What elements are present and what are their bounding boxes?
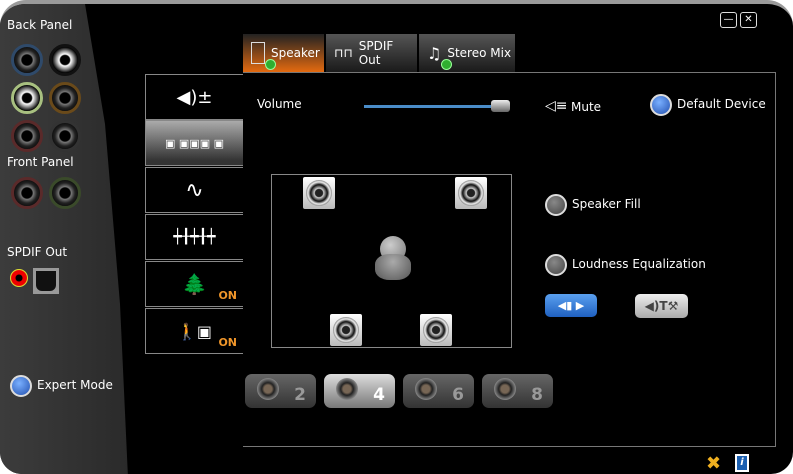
channel-4-button[interactable]: 4 [324, 374, 395, 408]
channel-8-button[interactable]: 8 [482, 374, 553, 408]
rear-right-speaker[interactable] [420, 314, 452, 346]
jack-pink[interactable] [11, 120, 43, 152]
speaker-fill-radio[interactable] [545, 194, 567, 216]
side-speaker-config[interactable]: ▣ ▣▣▣ ▣ [145, 120, 243, 166]
front-jack-pink[interactable] [11, 177, 43, 209]
side-equalizer[interactable]: ┿╂┿╂┿ [145, 214, 243, 260]
rear-left-speaker[interactable] [330, 314, 362, 346]
info-icon[interactable]: i [735, 454, 749, 472]
coaxial-jack-icon [10, 269, 28, 287]
speaker-volume-icon: ◀)± [176, 86, 213, 108]
loudness-label: Loudness Equalization [572, 257, 706, 271]
square-wave-icon: ⊓⊓ [334, 46, 353, 60]
speaker-icon [251, 42, 265, 64]
mute-label[interactable]: Mute [571, 100, 601, 114]
play-icon: ◀▮ ▶ [557, 299, 585, 312]
music-note-icon: ♫ [427, 43, 442, 63]
speaker-settings-button[interactable]: ◀)T⚒ [635, 294, 688, 318]
back-panel-label: Back Panel [7, 18, 73, 32]
front-right-speaker[interactable] [455, 177, 487, 209]
test-play-button[interactable]: ◀▮ ▶ [545, 294, 597, 317]
side-sample-rate[interactable]: ∿ [145, 167, 243, 213]
tab-label: Speaker [271, 46, 320, 60]
volume-slider-thumb[interactable] [491, 100, 510, 112]
listener-icon [373, 236, 413, 282]
equalizer-icon: ┿╂┿╂┿ [173, 229, 216, 245]
mute-icon[interactable]: ◁≡ [545, 98, 568, 114]
default-device-label: Default Device [677, 97, 766, 111]
close-button[interactable]: ✕ [740, 12, 757, 28]
jack-green[interactable] [11, 82, 43, 114]
default-device-radio[interactable] [650, 94, 672, 116]
side-room-correction[interactable]: 🚶▣ ON [145, 308, 243, 354]
front-left-speaker[interactable] [303, 177, 335, 209]
speaker-tools-icon: ◀)T⚒ [644, 299, 679, 313]
tab-speaker[interactable]: Speaker [243, 34, 325, 72]
tab-stereo-mix[interactable]: ♫ Stereo Mix [419, 34, 516, 72]
optical-jack-icon [33, 268, 59, 294]
person-speaker-icon: 🚶▣ [176, 321, 213, 341]
front-jack-green[interactable] [49, 177, 81, 209]
check-icon [265, 59, 276, 70]
channel-2-button[interactable]: 2 [245, 374, 316, 408]
speaker-fill-label: Speaker Fill [572, 197, 641, 211]
volume-label: Volume [257, 97, 302, 111]
speaker-config-icon: ▣ ▣▣▣ ▣ [165, 136, 224, 150]
side-volume[interactable]: ◀)± [145, 74, 243, 120]
side-environment[interactable]: 🌲 ON [145, 261, 243, 307]
app-window: — ✕ Back Panel Front Panel SPDIF Out Exp… [0, 0, 793, 474]
jack-blue[interactable] [11, 44, 43, 76]
expert-mode-label: Expert Mode [37, 378, 113, 392]
tab-spdif-out[interactable]: ⊓⊓ SPDIF Out [326, 34, 418, 72]
jack-black[interactable] [49, 44, 81, 76]
minimize-button[interactable]: — [720, 12, 737, 28]
volume-slider[interactable] [364, 105, 510, 108]
jack-orange[interactable] [49, 82, 81, 114]
sine-wave-icon: ∿ [185, 177, 204, 203]
wrench-icon[interactable]: ✖ [706, 453, 721, 474]
expert-mode-radio[interactable] [10, 375, 32, 397]
tab-label: SPDIF Out [358, 39, 394, 67]
channel-6-button[interactable]: 6 [403, 374, 474, 408]
tab-label: Stereo Mix [447, 46, 512, 60]
room-correction-on-label: ON [218, 336, 237, 349]
front-panel-label: Front Panel [7, 155, 74, 169]
jack-grey[interactable] [49, 120, 81, 152]
environment-on-label: ON [218, 289, 237, 302]
spdif-out-label: SPDIF Out [7, 245, 68, 259]
trees-sofa-icon: 🌲 [182, 272, 207, 296]
check-icon [441, 59, 452, 70]
loudness-radio[interactable] [545, 254, 567, 276]
